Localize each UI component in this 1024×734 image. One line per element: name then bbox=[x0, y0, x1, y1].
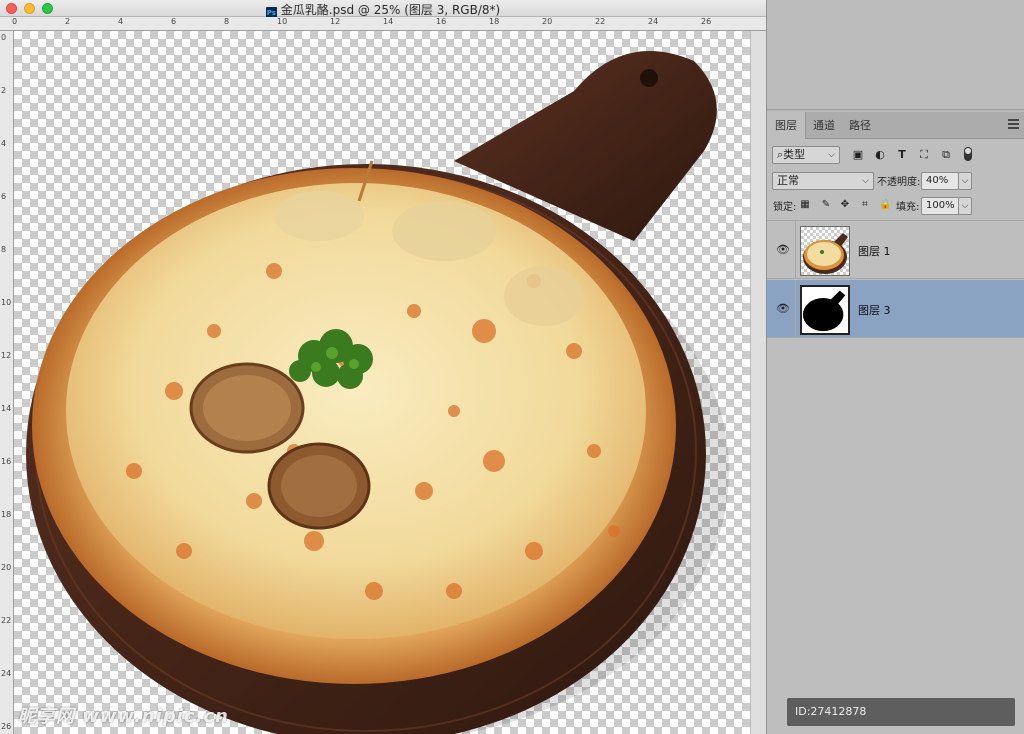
fill-input[interactable]: 100% bbox=[921, 197, 959, 215]
ruler-tick-label: 6 bbox=[1, 192, 7, 201]
ruler-tick-label: 0 bbox=[12, 17, 18, 26]
panel-menu-icon[interactable] bbox=[1008, 119, 1019, 131]
layer-row[interactable]: 👁 图层 1 bbox=[767, 221, 1024, 279]
row-divider bbox=[795, 221, 796, 279]
tab-layers[interactable]: 图层 bbox=[767, 112, 806, 139]
filter-toggle-switch[interactable] bbox=[964, 147, 972, 161]
fill-label: 填充: bbox=[896, 202, 920, 213]
ruler-tick-label: 4 bbox=[118, 17, 124, 26]
ruler-tick-label: 26 bbox=[1, 722, 12, 731]
layers-list: 👁 图层 1 👁 图层 3 bbox=[767, 220, 1024, 338]
ruler-tick-label: 22 bbox=[1, 616, 12, 625]
vertical-scrollbar[interactable] bbox=[750, 31, 766, 734]
ruler-tick-label: 8 bbox=[224, 17, 230, 26]
horizontal-ruler[interactable]: 0 2 4 6 8 10 12 14 16 18 20 22 24 26 bbox=[0, 17, 766, 31]
ruler-tick-label: 24 bbox=[648, 17, 659, 26]
opacity-input[interactable]: 40% bbox=[921, 172, 959, 190]
shape-filter-icon[interactable]: ⛶ bbox=[917, 148, 931, 162]
ruler-tick-label: 14 bbox=[383, 17, 394, 26]
lock-all-icon[interactable]: 🔒 bbox=[879, 199, 891, 211]
opacity-slider-toggle[interactable]: ⌵ bbox=[958, 172, 972, 190]
blend-mode-select[interactable]: 正常 ⌵ bbox=[772, 172, 874, 190]
row-divider bbox=[795, 280, 796, 338]
lock-image-pixels-icon[interactable]: ✎ bbox=[820, 199, 832, 211]
fill-slider-toggle[interactable]: ⌵ bbox=[958, 197, 972, 215]
ruler-tick-label: 2 bbox=[65, 17, 71, 26]
panel-tabs: 图层 通道 路径 bbox=[767, 112, 1024, 139]
vertical-ruler[interactable]: 0 2 4 6 8 10 12 14 16 18 20 22 24 26 bbox=[0, 31, 14, 734]
layers-panel: 图层 通道 路径 ⌕类型 ⌵ ▣ ◐ T ⛶ ⧉ 正常 ⌵ 不透明度: 40% ⌵ bbox=[767, 112, 1024, 734]
type-filter-icon[interactable]: T bbox=[895, 148, 909, 162]
ruler-tick-label: 20 bbox=[542, 17, 553, 26]
filter-kind-select[interactable]: ⌕类型 ⌵ bbox=[772, 146, 840, 164]
ruler-tick-label: 22 bbox=[595, 17, 606, 26]
ruler-tick-label: 6 bbox=[171, 17, 177, 26]
image-filter-icon[interactable]: ▣ bbox=[851, 148, 865, 162]
ruler-tick-label: 16 bbox=[436, 17, 447, 26]
ruler-tick-label: 12 bbox=[330, 17, 341, 26]
ruler-tick-label: 0 bbox=[1, 33, 7, 42]
opacity-label: 不透明度: bbox=[877, 177, 921, 188]
filter-kind-label: 类型 bbox=[783, 148, 806, 161]
lock-label: 锁定: bbox=[773, 202, 797, 213]
ruler-tick-label: 18 bbox=[489, 17, 500, 26]
adjustment-filter-icon[interactable]: ◐ bbox=[873, 148, 887, 162]
blend-opacity-row: 正常 ⌵ 不透明度: 40% ⌵ bbox=[767, 170, 1024, 192]
pizza-image bbox=[26, 51, 729, 734]
layer-name[interactable]: 图层 3 bbox=[858, 302, 891, 318]
lock-position-icon[interactable]: ✥ bbox=[839, 199, 851, 211]
visibility-eye-icon[interactable]: 👁 bbox=[776, 302, 790, 316]
document-title-bar: Ps 金瓜乳酪.psd @ 25% (图层 3, RGB/8*) bbox=[0, 0, 766, 19]
layer-row-selected[interactable]: 👁 图层 3 bbox=[767, 280, 1024, 338]
layer-thumbnail-mask bbox=[800, 285, 850, 335]
ruler-tick-label: 14 bbox=[1, 404, 12, 413]
blend-mode-label: 正常 bbox=[777, 174, 799, 187]
chevron-down-icon: ⌵ bbox=[828, 150, 835, 160]
right-dock: 图层 通道 路径 ⌕类型 ⌵ ▣ ◐ T ⛶ ⧉ 正常 ⌵ 不透明度: 40% ⌵ bbox=[766, 0, 1024, 734]
ruler-tick-label: 10 bbox=[1, 298, 12, 307]
lock-artboard-icon[interactable]: ⌗ bbox=[859, 199, 871, 211]
ruler-tick-label: 18 bbox=[1, 510, 12, 519]
layer-name[interactable]: 图层 1 bbox=[858, 243, 891, 259]
smart-object-filter-icon[interactable]: ⧉ bbox=[939, 148, 953, 162]
document-canvas[interactable]: 昵享网 www.nipic.cn bbox=[14, 31, 766, 734]
ruler-tick-label: 2 bbox=[1, 86, 7, 95]
lock-transparent-pixels-icon[interactable]: ▦ bbox=[799, 199, 811, 211]
document-title-text: 金瓜乳酪.psd @ 25% (图层 3, RGB/8*) bbox=[280, 3, 501, 17]
ruler-tick-label: 16 bbox=[1, 457, 12, 466]
chevron-down-icon: ⌵ bbox=[862, 176, 869, 186]
layer-thumbnail-pizza bbox=[800, 226, 850, 276]
watermark-text: 昵享网 www.nipic.cn bbox=[18, 706, 229, 727]
ruler-tick-label: 8 bbox=[1, 245, 7, 254]
ruler-tick-label: 26 bbox=[701, 17, 712, 26]
image-id-status: ID:27412878 NO:20180921122425807038 bbox=[787, 698, 1015, 734]
tab-paths[interactable]: 路径 bbox=[841, 112, 879, 139]
ruler-tick-label: 12 bbox=[1, 351, 12, 360]
tab-channels[interactable]: 通道 bbox=[805, 112, 843, 139]
collapsed-upper-panel bbox=[767, 0, 1024, 110]
lock-fill-row: 锁定: ▦ ✎ ✥ ⌗ 🔒 填充: 100% ⌵ bbox=[767, 195, 1024, 217]
ruler-tick-label: 10 bbox=[277, 17, 288, 26]
ruler-tick-label: 24 bbox=[1, 669, 12, 678]
ruler-tick-label: 20 bbox=[1, 563, 12, 572]
layer-filter-row: ⌕类型 ⌵ ▣ ◐ T ⛶ ⧉ bbox=[767, 144, 1024, 166]
ruler-tick-label: 4 bbox=[1, 139, 7, 148]
visibility-eye-icon[interactable]: 👁 bbox=[776, 243, 790, 257]
cheese-topping bbox=[66, 183, 646, 639]
